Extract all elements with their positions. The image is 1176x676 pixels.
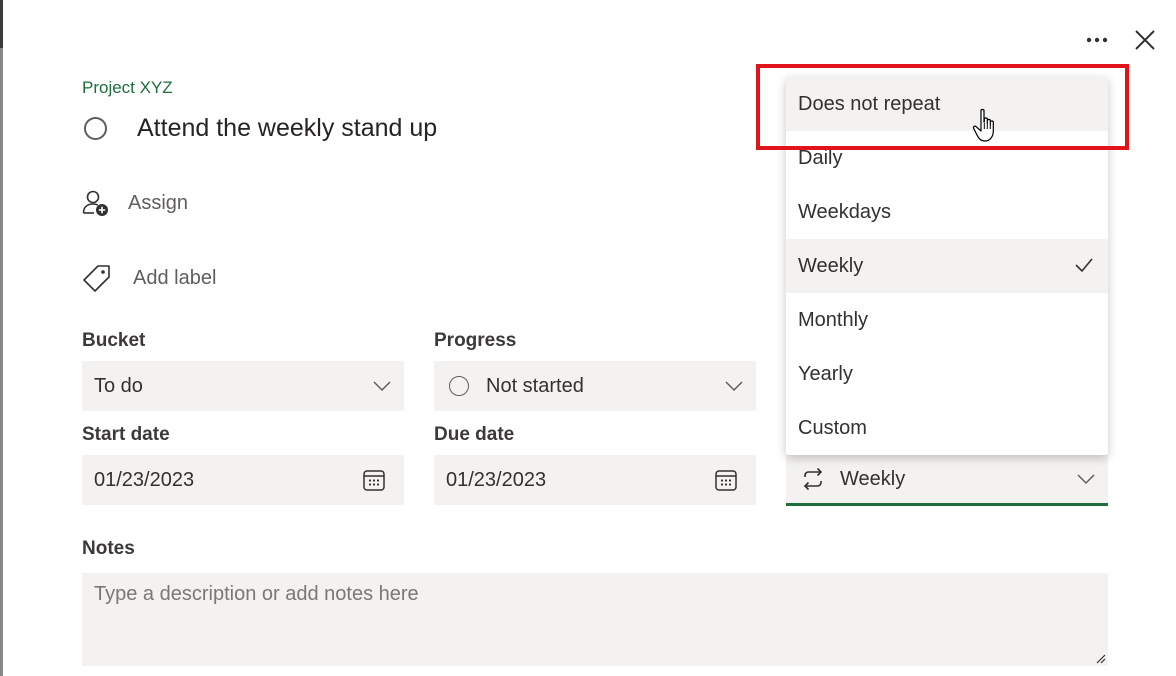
repeat-option-weekdays[interactable]: Weekdays (786, 185, 1108, 239)
complete-task-checkbox[interactable] (84, 117, 107, 140)
task-title[interactable]: Attend the weekly stand up (137, 114, 437, 143)
hand-cursor-icon (972, 108, 994, 142)
assign-button[interactable]: Assign (82, 188, 188, 218)
calendar-icon[interactable] (714, 468, 738, 492)
assign-label: Assign (128, 191, 189, 214)
due-date-value: 01/23/2023 (446, 468, 547, 491)
chevron-down-icon (373, 381, 391, 392)
bucket-label: Bucket (82, 330, 146, 351)
repeat-option-custom[interactable]: Custom (786, 401, 1108, 455)
chevron-down-icon (1077, 474, 1095, 485)
add-person-icon (82, 190, 108, 216)
progress-label: Progress (434, 330, 517, 351)
progress-select[interactable]: Not started (434, 361, 756, 411)
notes-placeholder: Type a description or add notes here (94, 583, 419, 605)
bucket-value: To do (94, 374, 143, 397)
notes-textarea[interactable]: Type a description or add notes here (82, 573, 1108, 666)
repeat-option-monthly[interactable]: Monthly (786, 293, 1108, 347)
window-left-edge (0, 0, 3, 676)
highlight-annotation-box (756, 64, 1129, 150)
repeat-option-yearly[interactable]: Yearly (786, 347, 1108, 401)
start-date-input[interactable]: 01/23/2023 (82, 455, 404, 505)
resize-handle-icon[interactable] (1094, 652, 1106, 664)
checkmark-icon (1075, 258, 1093, 273)
close-button[interactable] (1130, 26, 1160, 54)
repeat-option-weekly[interactable]: Weekly (786, 239, 1108, 293)
bucket-select[interactable]: To do (82, 361, 404, 411)
more-options-button[interactable] (1082, 28, 1112, 52)
repeat-icon (803, 467, 823, 491)
add-label-text: Add label (133, 266, 217, 289)
tag-icon (83, 265, 110, 292)
add-label-button[interactable]: Add label (82, 263, 216, 293)
start-date-value: 01/23/2023 (94, 468, 195, 491)
start-date-label: Start date (82, 424, 170, 445)
chevron-down-icon (725, 381, 743, 392)
calendar-icon[interactable] (362, 468, 386, 492)
not-started-icon (449, 376, 469, 396)
due-date-label: Due date (434, 424, 515, 445)
progress-value: Not started (486, 374, 584, 397)
ellipsis-icon (1086, 37, 1108, 43)
due-date-input[interactable]: 01/23/2023 (434, 455, 756, 505)
window-left-edge-top (0, 0, 3, 48)
repeat-value: Weekly (840, 467, 906, 490)
notes-label: Notes (82, 538, 135, 559)
repeat-select[interactable]: Weekly (786, 455, 1108, 506)
project-name[interactable]: Project XYZ (82, 78, 173, 98)
close-icon (1135, 30, 1155, 50)
